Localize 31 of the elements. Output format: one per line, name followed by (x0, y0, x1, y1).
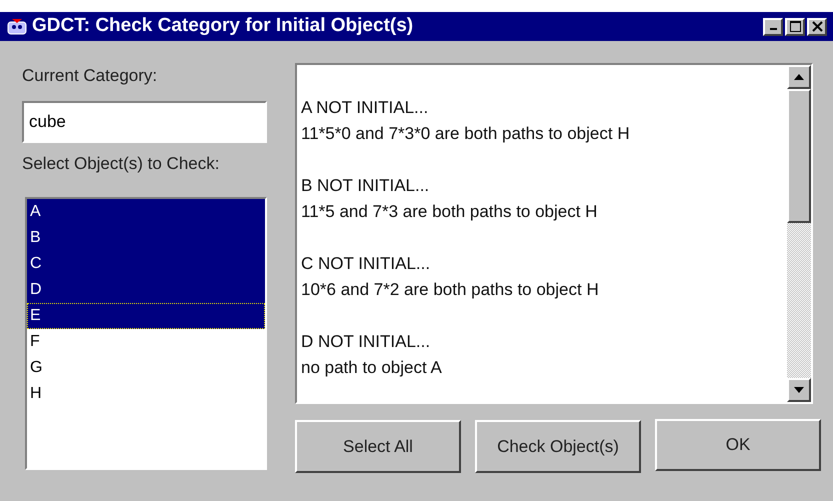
maximize-icon (790, 21, 800, 32)
up-arrow-icon (794, 74, 804, 80)
action-button[interactable]: Select All (295, 420, 461, 473)
action-button[interactable]: Check Object(s) (475, 420, 641, 473)
category-label: Current Category: (22, 65, 158, 87)
scroll-thumb[interactable] (787, 89, 811, 223)
close-button[interactable] (807, 18, 827, 36)
list-item[interactable]: D (27, 276, 265, 302)
list-item[interactable]: A (27, 198, 265, 224)
scrollbar[interactable] (787, 65, 811, 402)
list-item[interactable]: E (27, 302, 265, 328)
ok-button[interactable]: OK (655, 419, 821, 471)
window-title: GDCT: Check Category for Initial Object(s) (32, 14, 414, 38)
list-item[interactable]: B (27, 224, 265, 250)
objects-label: Select Object(s) to Check: (22, 153, 220, 175)
result-heading: A NOT INITIAL... (301, 97, 430, 119)
result-detail: 11*5*0 and 7*3*0 are both paths to object H (301, 123, 631, 145)
result-heading: C NOT INITIAL... (301, 253, 432, 275)
scroll-up-button[interactable] (787, 65, 811, 89)
scroll-down-button[interactable] (787, 378, 811, 402)
result-heading: D NOT INITIAL... (301, 331, 432, 353)
result-detail: 11*5 and 7*3 are both paths to object H (301, 201, 598, 223)
list-item[interactable]: C (27, 250, 265, 276)
result-heading: B NOT INITIAL... (301, 175, 430, 197)
category-field[interactable]: cube (22, 101, 267, 143)
minimize-button[interactable] (763, 18, 783, 36)
down-arrow-icon (794, 387, 804, 393)
result-detail: no path to object A (301, 357, 443, 379)
close-icon (812, 21, 822, 32)
result-detail: 10*6 and 7*2 are both paths to object H (301, 279, 600, 301)
maximize-button[interactable] (785, 18, 805, 36)
